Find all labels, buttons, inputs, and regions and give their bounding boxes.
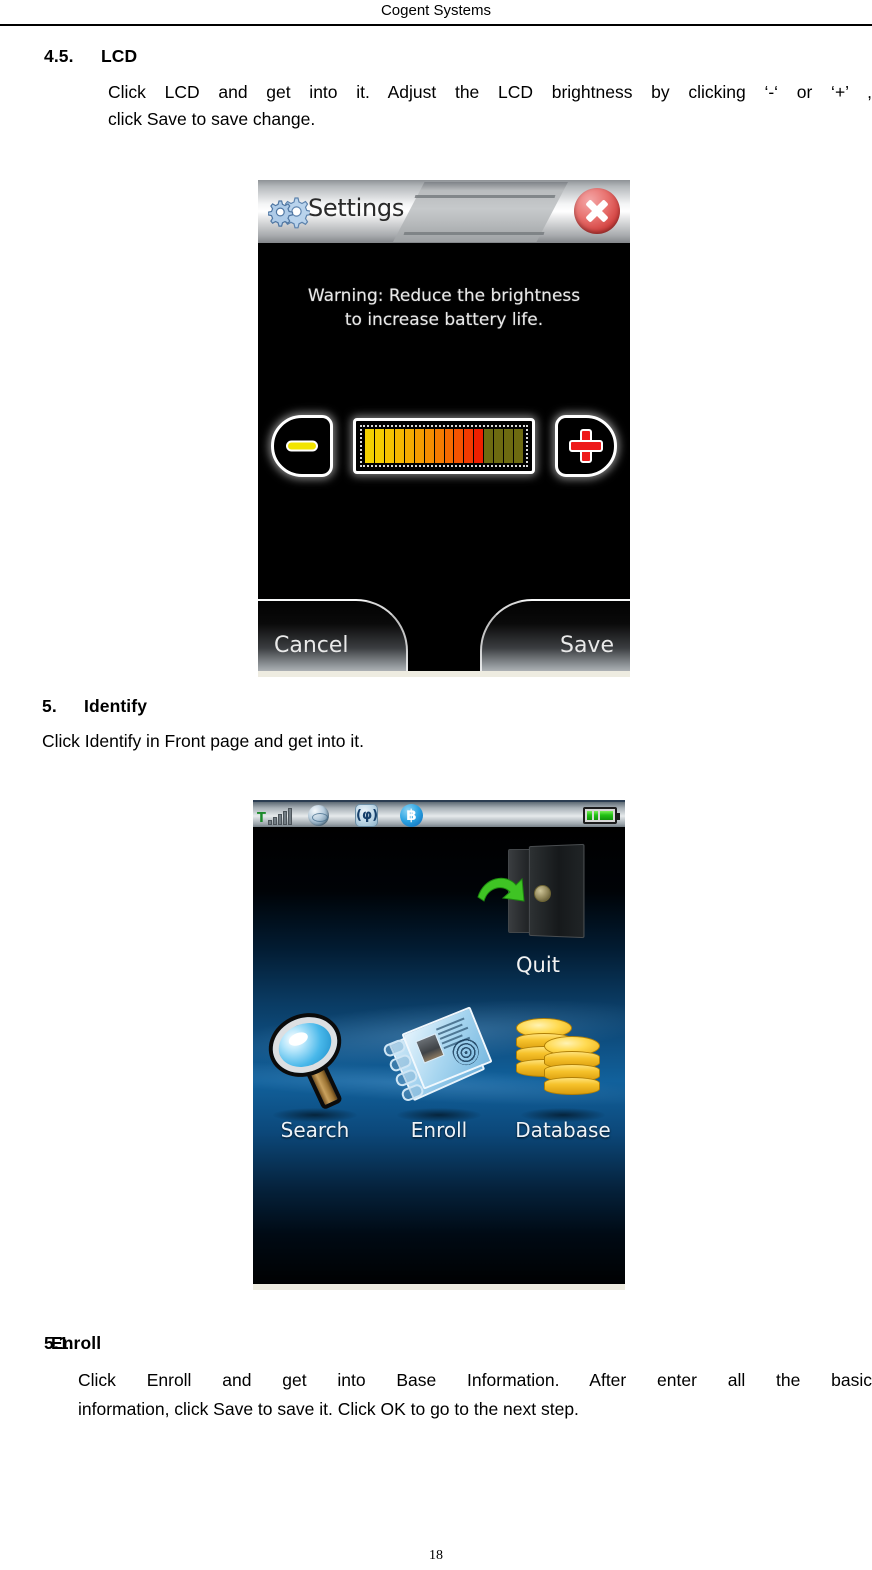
icon-shadow — [521, 1108, 605, 1122]
lcd-warning-line-1: Warning: Reduce the brightness — [307, 286, 581, 306]
brightness-segments — [360, 425, 528, 467]
front-statusbar: T (φ) ฿ — [253, 800, 625, 829]
app-database[interactable]: Database — [504, 1010, 622, 1142]
paragraph-5: Click Identify in Front page and get int… — [42, 728, 822, 755]
wireless-antenna-icon: (φ) — [355, 804, 378, 827]
database-cylinders-icon — [504, 1010, 622, 1122]
app-enroll[interactable]: Enroll — [380, 1006, 498, 1142]
lcd-title-label: Settings — [308, 194, 405, 222]
screenshot-front-page: T (φ) ฿ Quit Search Enroll Database — [253, 800, 625, 1290]
paragraph-4-5: Click LCD and get into it. Adjust the LC… — [108, 79, 872, 133]
door-knob-icon — [534, 885, 551, 902]
minus-icon — [286, 440, 318, 452]
paragraph-5-line-1: Click Identify in Front page and get int… — [42, 731, 364, 751]
lcd-warning-line-2: to increase battery life. — [344, 310, 544, 330]
paragraph-5-1: Click Enroll and get into Base Informati… — [78, 1366, 872, 1424]
quit-label: Quit — [516, 953, 560, 977]
header-title: Cogent Systems — [380, 2, 492, 19]
brightness-segment — [434, 429, 444, 463]
brightness-segment — [454, 429, 464, 463]
titlebar-trapezoid-line-bottom — [403, 232, 545, 235]
cancel-button-label: Cancel — [274, 632, 349, 658]
globe-icon — [308, 805, 329, 826]
icon-shadow — [273, 1108, 357, 1122]
brightness-segment — [394, 429, 404, 463]
brightness-segment — [514, 429, 523, 463]
heading-5: 5. Identify — [42, 696, 147, 717]
brightness-segment — [374, 429, 384, 463]
heading-4-5: 4.5. LCD — [44, 46, 137, 67]
icon-shadow — [397, 1108, 481, 1122]
heading-5-number: 5. — [42, 696, 57, 716]
paragraph-5-1-line-1: Click Enroll and get into Base Informati… — [78, 1370, 872, 1390]
brightness-segment — [404, 429, 414, 463]
save-button[interactable]: Save — [480, 599, 630, 677]
app-grid: Search Enroll Database — [253, 1006, 625, 1180]
brightness-segment — [504, 429, 514, 463]
brightness-segment — [365, 429, 374, 463]
save-button-label: Save — [559, 632, 614, 658]
heading-4-5-title: LCD — [101, 46, 138, 66]
lcd-warning-text: Warning: Reduce the brightness to increa… — [258, 284, 630, 332]
front-canvas: Quit Search Enroll Database — [253, 827, 625, 1290]
heading-5-1: 5.1.Enroll — [44, 1333, 102, 1353]
lcd-brightness-controls — [258, 415, 630, 477]
close-icon[interactable] — [574, 188, 620, 234]
brightness-segment — [464, 429, 474, 463]
paragraph-4-5-line-2: click Save to save change. — [108, 109, 316, 129]
paragraph-5-1-line-2: information, click Save to save it. Clic… — [78, 1399, 579, 1419]
heading-4-5-number: 4.5. — [44, 46, 74, 66]
brightness-slider[interactable] — [353, 418, 535, 474]
lcd-footer: Cancel Save — [258, 595, 630, 677]
battery-icon — [583, 807, 620, 824]
brightness-segment — [414, 429, 424, 463]
signal-bars-icon: T — [257, 806, 293, 825]
brightness-segment — [384, 429, 394, 463]
quit-button[interactable]: Quit — [468, 843, 608, 994]
brightness-segment — [424, 429, 434, 463]
gear-icon — [268, 197, 310, 229]
cancel-button[interactable]: Cancel — [258, 599, 408, 677]
brightness-decrease-button[interactable] — [271, 415, 333, 477]
screenshot-bottom-strip — [258, 671, 630, 677]
screenshot-lcd-settings: Settings Warning: Reduce the brightness … — [258, 180, 630, 677]
magnifier-icon — [256, 1007, 374, 1122]
brightness-segment — [494, 429, 504, 463]
brightness-segment — [484, 429, 494, 463]
page-header: Cogent Systems — [0, 0, 872, 26]
paragraph-4-5-line-1: Click LCD and get into it. Adjust the LC… — [108, 82, 872, 102]
brightness-segment — [474, 429, 484, 463]
plus-icon — [569, 429, 603, 463]
exit-arrow-icon — [477, 877, 525, 902]
heading-5-1-title: Enroll — [51, 1333, 102, 1353]
titlebar-trapezoid-line-top — [414, 195, 556, 198]
heading-5-title: Identify — [84, 696, 148, 716]
brightness-segment — [444, 429, 454, 463]
screenshot-bottom-strip-2 — [253, 1284, 625, 1290]
header-divider — [0, 24, 872, 26]
lcd-titlebar: Settings — [258, 180, 630, 243]
page-number: 18 — [429, 1548, 443, 1563]
id-card-fingerprint-icon — [380, 1006, 498, 1122]
bluetooth-icon: ฿ — [400, 804, 423, 827]
app-search[interactable]: Search — [256, 1007, 374, 1142]
brightness-increase-button[interactable] — [555, 415, 617, 477]
